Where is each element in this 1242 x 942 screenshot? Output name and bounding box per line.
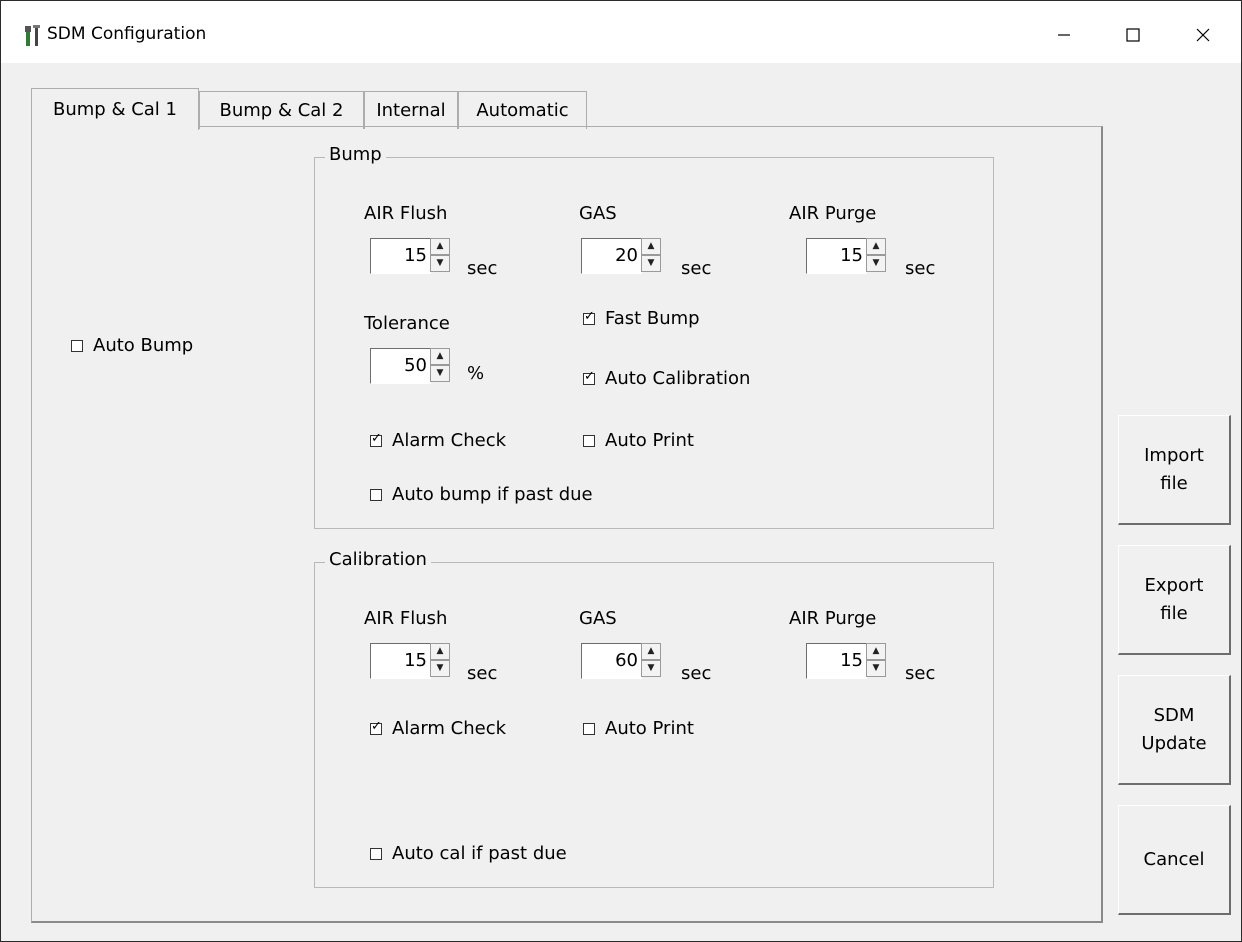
spin-buttons[interactable]: ▲ ▼	[866, 238, 886, 274]
cal-alarm-check-label: Alarm Check	[392, 718, 507, 739]
spin-down-icon[interactable]: ▼	[641, 255, 661, 272]
bump-tolerance-label: Tolerance	[364, 313, 450, 334]
spin-buttons[interactable]: ▲ ▼	[641, 643, 661, 679]
bump-group: Bump AIR Flush 15 ▲ ▼ sec GAS 20 ▲ ▼ sec A…	[314, 144, 994, 529]
tab-panel: Auto Bump Bump AIR Flush 15 ▲ ▼ sec GAS 2…	[31, 126, 1103, 923]
auto-cal-past-due-checkbox[interactable]: Auto cal if past due	[370, 843, 567, 864]
cal-alarm-check-checkbox[interactable]: Alarm Check	[370, 718, 506, 739]
auto-bump-checkbox[interactable]: Auto Bump	[71, 335, 193, 356]
spin-buttons[interactable]: ▲ ▼	[866, 643, 886, 679]
bump-tolerance-spinner[interactable]: 50 ▲ ▼	[370, 348, 452, 386]
bump-gas-label: GAS	[579, 203, 617, 224]
cal-air-flush-label: AIR Flush	[364, 608, 448, 629]
cal-air-purge-value[interactable]: 15	[806, 643, 867, 679]
bump-alarm-check-checkbox[interactable]: Alarm Check	[370, 430, 506, 451]
cal-auto-print-label: Auto Print	[605, 718, 694, 739]
spin-buttons[interactable]: ▲ ▼	[641, 238, 661, 274]
close-icon	[1196, 28, 1210, 42]
spin-down-icon[interactable]: ▼	[430, 255, 450, 272]
cal-auto-print-checkbox[interactable]: Auto Print	[583, 718, 694, 739]
maximize-icon	[1126, 28, 1140, 42]
cal-air-purge-label: AIR Purge	[789, 608, 877, 629]
bump-group-title: Bump	[325, 144, 386, 165]
spin-up-icon[interactable]: ▲	[430, 238, 450, 255]
bump-air-purge-value[interactable]: 15	[806, 238, 867, 274]
tools-icon	[24, 23, 42, 47]
bump-air-flush-label: AIR Flush	[364, 203, 448, 224]
auto-cal-past-due-label: Auto cal if past due	[392, 843, 567, 864]
close-button[interactable]	[1181, 15, 1225, 55]
bump-air-flush-unit: sec	[467, 258, 498, 279]
spin-up-icon[interactable]: ▲	[641, 643, 661, 660]
cal-air-flush-spinner[interactable]: 15 ▲ ▼	[370, 643, 452, 681]
bump-air-flush-spinner[interactable]: 15 ▲ ▼	[370, 238, 452, 276]
import-file-button[interactable]: Import file	[1118, 415, 1231, 525]
bump-air-purge-unit: sec	[905, 258, 936, 279]
auto-calibration-checkbox[interactable]: Auto Calibration	[583, 368, 750, 389]
minimize-button[interactable]	[1042, 15, 1086, 55]
spin-down-icon[interactable]: ▼	[430, 365, 450, 382]
checkbox-box	[370, 847, 382, 860]
cal-gas-spinner[interactable]: 60 ▲ ▼	[581, 643, 663, 681]
spin-up-icon[interactable]: ▲	[430, 348, 450, 365]
bump-air-purge-label: AIR Purge	[789, 203, 877, 224]
tab-automatic[interactable]: Automatic	[458, 91, 587, 129]
cal-air-purge-spinner[interactable]: 15 ▲ ▼	[806, 643, 888, 681]
cancel-button[interactable]: Cancel	[1118, 805, 1231, 915]
cal-air-flush-unit: sec	[467, 663, 498, 684]
spin-down-icon[interactable]: ▼	[641, 660, 661, 677]
auto-calibration-label: Auto Calibration	[605, 368, 751, 389]
checkbox-box	[583, 434, 595, 447]
minimize-icon	[1057, 28, 1071, 42]
bump-gas-value[interactable]: 20	[581, 238, 642, 274]
checkbox-box	[583, 369, 595, 385]
checkbox-box	[583, 309, 595, 325]
spin-down-icon[interactable]: ▼	[866, 255, 886, 272]
calibration-group: Calibration AIR Flush 15 ▲ ▼ sec GAS 60 ▲…	[314, 549, 994, 888]
spin-buttons[interactable]: ▲ ▼	[430, 238, 450, 274]
bump-air-purge-spinner[interactable]: 15 ▲ ▼	[806, 238, 888, 276]
auto-bump-label: Auto Bump	[93, 335, 194, 356]
auto-bump-past-due-label: Auto bump if past due	[392, 484, 593, 505]
fast-bump-checkbox[interactable]: Fast Bump	[583, 308, 700, 329]
sdm-update-button[interactable]: SDM Update	[1118, 675, 1231, 785]
bump-gas-unit: sec	[681, 258, 712, 279]
spin-buttons[interactable]: ▲ ▼	[430, 643, 450, 679]
tab-bump-cal-2[interactable]: Bump & Cal 2	[199, 91, 364, 129]
fast-bump-label: Fast Bump	[605, 308, 700, 329]
checkbox-box	[583, 722, 595, 735]
cal-air-flush-value[interactable]: 15	[370, 643, 431, 679]
window-title: SDM Configuration	[47, 24, 207, 44]
bump-auto-print-checkbox[interactable]: Auto Print	[583, 430, 694, 451]
bump-tolerance-unit: %	[467, 363, 485, 384]
cal-gas-label: GAS	[579, 608, 617, 629]
calibration-group-title: Calibration	[325, 549, 431, 570]
auto-bump-past-due-checkbox[interactable]: Auto bump if past due	[370, 484, 593, 505]
spin-down-icon[interactable]: ▼	[866, 660, 886, 677]
title-bar: SDM Configuration	[1, 1, 1241, 63]
bump-gas-spinner[interactable]: 20 ▲ ▼	[581, 238, 663, 276]
spin-buttons[interactable]: ▲ ▼	[430, 348, 450, 384]
cal-air-purge-unit: sec	[905, 663, 936, 684]
bump-tolerance-value[interactable]: 50	[370, 348, 431, 384]
spin-up-icon[interactable]: ▲	[866, 643, 886, 660]
spin-down-icon[interactable]: ▼	[430, 660, 450, 677]
spin-up-icon[interactable]: ▲	[866, 238, 886, 255]
export-file-button[interactable]: Export file	[1118, 545, 1231, 655]
checkbox-box	[370, 488, 382, 501]
sdm-configuration-window: SDM Configuration Bump & Cal 1 Bump & Ca…	[0, 0, 1242, 942]
checkbox-box	[370, 431, 382, 447]
spin-up-icon[interactable]: ▲	[430, 643, 450, 660]
bump-air-flush-value[interactable]: 15	[370, 238, 431, 274]
tab-bump-cal-1[interactable]: Bump & Cal 1	[31, 88, 199, 130]
checkbox-box	[71, 339, 83, 352]
checkbox-box	[370, 719, 382, 735]
spin-up-icon[interactable]: ▲	[641, 238, 661, 255]
maximize-button[interactable]	[1111, 15, 1155, 55]
tab-internal[interactable]: Internal	[364, 91, 458, 129]
cal-gas-value[interactable]: 60	[581, 643, 642, 679]
bump-auto-print-label: Auto Print	[605, 430, 694, 451]
cal-gas-unit: sec	[681, 663, 712, 684]
bump-alarm-check-label: Alarm Check	[392, 430, 507, 451]
